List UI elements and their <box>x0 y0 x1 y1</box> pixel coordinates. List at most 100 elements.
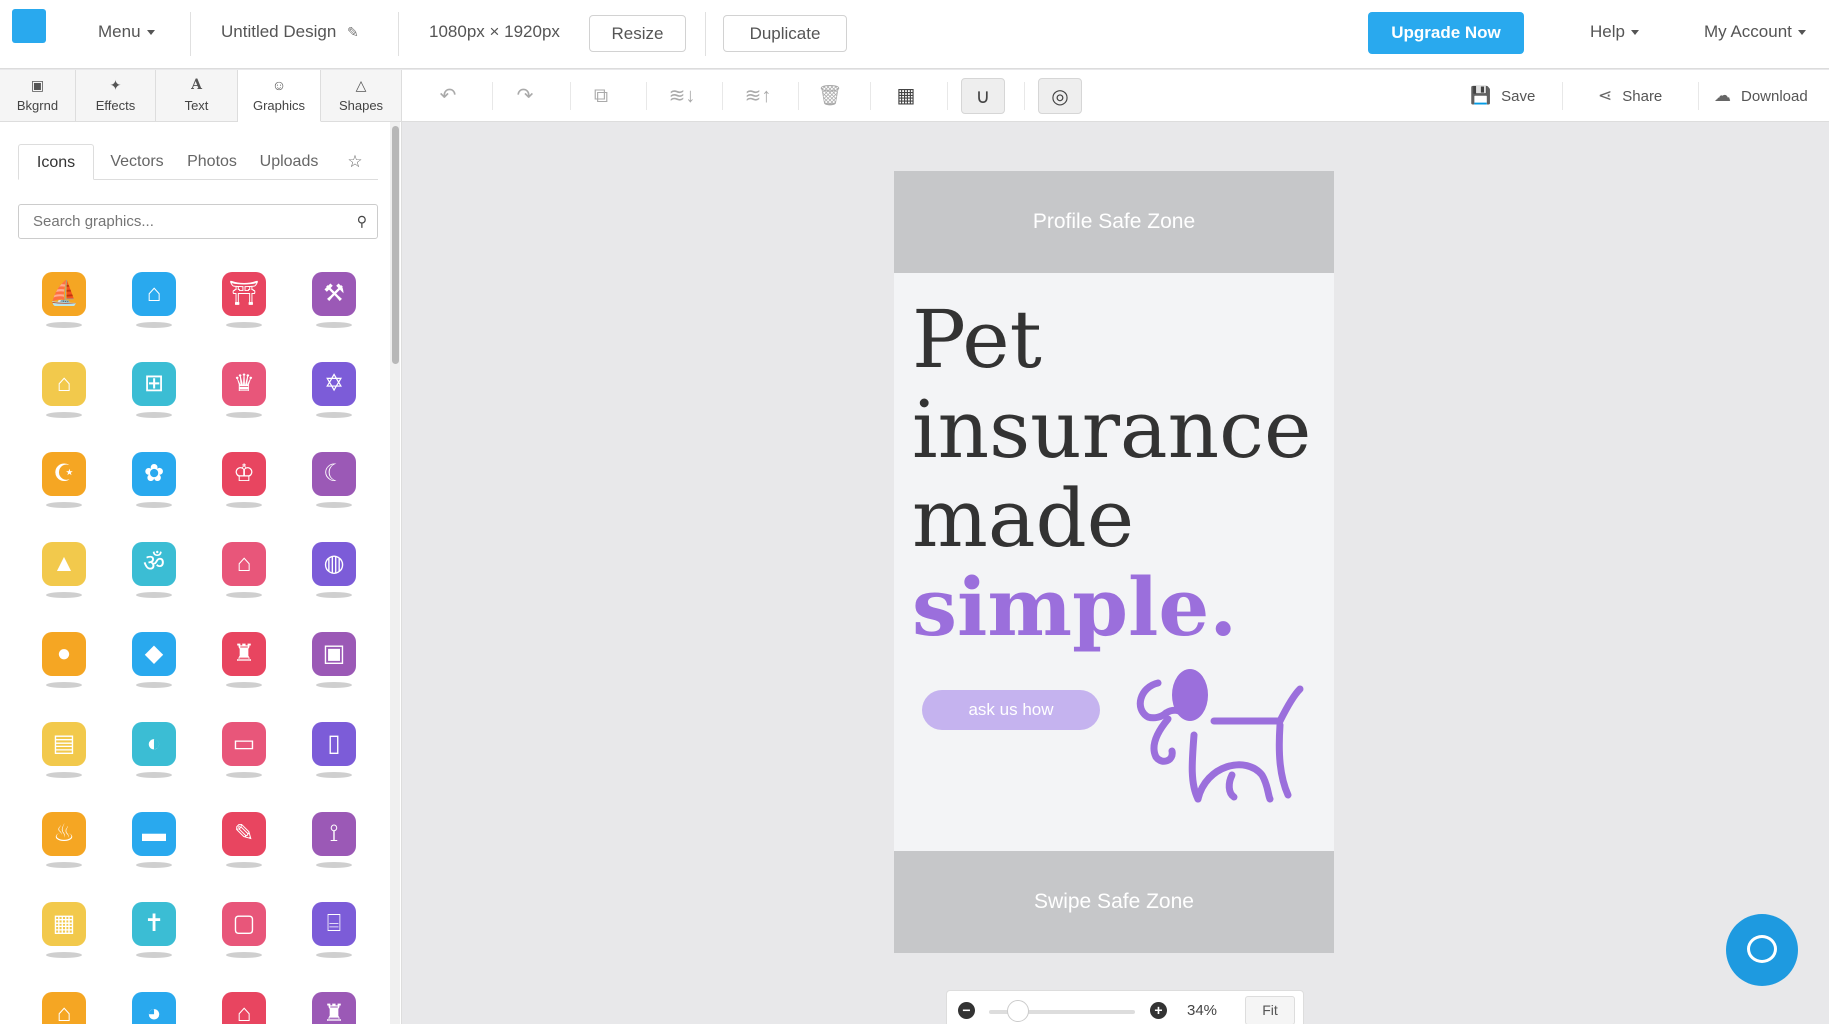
tab-text[interactable]: A Text <box>156 70 238 122</box>
thumbnail-shadow <box>316 682 352 688</box>
castle-icon[interactable]: ♜ <box>304 990 364 1024</box>
cherry-blossom-icon[interactable]: ✿ <box>124 450 184 510</box>
picture-frame-icon[interactable]: ▣ <box>304 630 364 690</box>
dog-graphic[interactable] <box>1128 665 1308 807</box>
tab-icons[interactable]: Icons <box>18 144 94 180</box>
image-icon: ▣ <box>30 77 45 93</box>
library-tabs: Icons Vectors Photos Uploads ☆ <box>18 144 378 180</box>
tab-label: Shapes <box>338 98 384 113</box>
help-menu[interactable]: Help <box>1590 22 1639 42</box>
delete-button[interactable]: 🗑 <box>808 78 852 114</box>
torii-gate-icon[interactable]: ⛩ <box>214 270 274 330</box>
bring-forward-button[interactable]: ≋↑ <box>730 78 786 114</box>
duplicate-button[interactable]: Duplicate <box>723 15 847 52</box>
house-icon[interactable]: ⌂ <box>214 990 274 1024</box>
hammer-icon[interactable]: ⚒ <box>304 270 364 330</box>
dolphin-icon[interactable]: ◐ <box>124 720 184 780</box>
car-icon[interactable]: ▬ <box>124 810 184 870</box>
divider <box>722 82 723 110</box>
tab-vectors[interactable]: Vectors <box>102 144 172 180</box>
graphic-thumbnail: ⌂ <box>132 272 176 316</box>
palace-icon[interactable]: ♛ <box>214 360 274 420</box>
headline-line-3[interactable]: made <box>912 474 1134 564</box>
chat-support-button[interactable] <box>1726 914 1798 986</box>
crescent-star-icon[interactable]: ☪ <box>34 450 94 510</box>
monkey-icon[interactable]: ◕ <box>124 990 184 1024</box>
pagoda-tower-icon[interactable]: ⌂ <box>214 540 274 600</box>
graphic-thumbnail: ✎ <box>222 812 266 856</box>
thumbnail-shadow <box>316 412 352 418</box>
divider <box>398 12 399 56</box>
app-logo[interactable] <box>12 9 52 49</box>
pyramids-icon[interactable]: ▲ <box>34 540 94 600</box>
triangle-icon: △ <box>355 77 367 93</box>
headline-line-2[interactable]: insurance <box>912 385 1311 475</box>
snap-toggle[interactable]: ∪ <box>961 78 1005 114</box>
instagram-preview-toggle[interactable]: ◎ <box>1038 78 1082 114</box>
menu-button[interactable]: Menu <box>98 22 155 42</box>
toast-icon[interactable]: ▯ <box>304 720 364 780</box>
share-button[interactable]: ⋖ Share <box>1598 86 1662 106</box>
temple-icon[interactable]: ⌂ <box>124 270 184 330</box>
boat-icon[interactable]: ⛵ <box>34 270 94 330</box>
tab-bkgrnd[interactable]: ▣ Bkgrnd <box>0 70 76 122</box>
thumbnail-shadow <box>136 592 172 598</box>
cta-pill[interactable]: ask us how <box>922 690 1100 730</box>
copy-button[interactable]: ⧉ <box>579 78 623 114</box>
zoom-slider-handle[interactable] <box>1007 1000 1029 1022</box>
floppy-disk-icon: 💾 <box>1470 86 1492 105</box>
graphic-thumbnail: ♔ <box>222 452 266 496</box>
tab-label: Bkgrnd <box>16 98 59 113</box>
minus-icon: − <box>962 1002 971 1018</box>
tab-favorites[interactable]: ☆ <box>340 144 370 180</box>
tab-graphics[interactable]: ☺ Graphics <box>238 70 321 122</box>
headline-line-1[interactable]: Pet <box>912 295 1042 385</box>
undo-button[interactable]: ↶ <box>426 78 470 114</box>
temple-roof-icon[interactable]: ⌂ <box>34 990 94 1024</box>
upgrade-button[interactable]: Upgrade Now <box>1368 12 1524 54</box>
tab-photos[interactable]: Photos <box>180 144 244 180</box>
search-input[interactable] <box>19 205 329 238</box>
tab-shapes[interactable]: △ Shapes <box>321 70 402 122</box>
download-button[interactable]: ☁ Download <box>1714 86 1808 106</box>
tab-uploads[interactable]: Uploads <box>252 144 326 180</box>
map-shape-icon[interactable]: ◆ <box>124 630 184 690</box>
colosseum-icon[interactable]: ⌸ <box>304 900 364 960</box>
tab-effects[interactable]: ✦ Effects <box>76 70 156 122</box>
save-button[interactable]: 💾 Save <box>1470 86 1535 106</box>
book-icon[interactable]: ▤ <box>34 720 94 780</box>
jar-icon[interactable]: ▢ <box>214 900 274 960</box>
star-of-david-icon[interactable]: ✡ <box>304 360 364 420</box>
send-backward-button[interactable]: ≋↓ <box>654 78 710 114</box>
hookah-icon[interactable]: ♨ <box>34 810 94 870</box>
account-menu[interactable]: My Account <box>1704 22 1806 42</box>
moon-hand-icon[interactable]: ☾ <box>304 450 364 510</box>
crown-icon[interactable]: ♔ <box>214 450 274 510</box>
pagoda-icon[interactable]: ⌂ <box>34 360 94 420</box>
headline-accent[interactable]: simple. <box>912 562 1237 652</box>
design-title[interactable]: Untitled Design ✎ <box>221 22 359 42</box>
ladder-icon[interactable]: ⊞ <box>124 360 184 420</box>
kremlin-icon[interactable]: ♜ <box>214 630 274 690</box>
thumbnail-shadow <box>136 412 172 418</box>
resize-button[interactable]: Resize <box>589 15 686 52</box>
zoom-out-button[interactable]: − <box>958 1002 975 1019</box>
feather-icon[interactable]: ✎ <box>214 810 274 870</box>
thumbnail-shadow <box>226 682 262 688</box>
coffee-cup-icon[interactable]: ▭ <box>214 720 274 780</box>
redo-button[interactable]: ↷ <box>503 78 547 114</box>
scrollbar-thumb[interactable] <box>392 126 399 364</box>
graphic-thumbnail: ◆ <box>132 632 176 676</box>
zoom-in-button[interactable]: + <box>1150 1002 1167 1019</box>
cross-icon[interactable]: ✝ <box>124 900 184 960</box>
zoom-fit-button[interactable]: Fit <box>1245 996 1295 1024</box>
planet-icon[interactable]: ◍ <box>304 540 364 600</box>
eiffel-tower-icon[interactable]: ⟟ <box>304 810 364 870</box>
easel-icon[interactable]: ▦ <box>34 900 94 960</box>
ninja-icon[interactable]: ● <box>34 630 94 690</box>
thumbnail-shadow <box>136 322 172 328</box>
om-icon[interactable]: ॐ <box>124 540 184 600</box>
zoom-percent: 34% <box>1187 1002 1218 1019</box>
design-canvas[interactable]: Profile Safe Zone Pet insurance made sim… <box>894 171 1334 953</box>
grid-button[interactable]: ▦ <box>884 78 928 114</box>
